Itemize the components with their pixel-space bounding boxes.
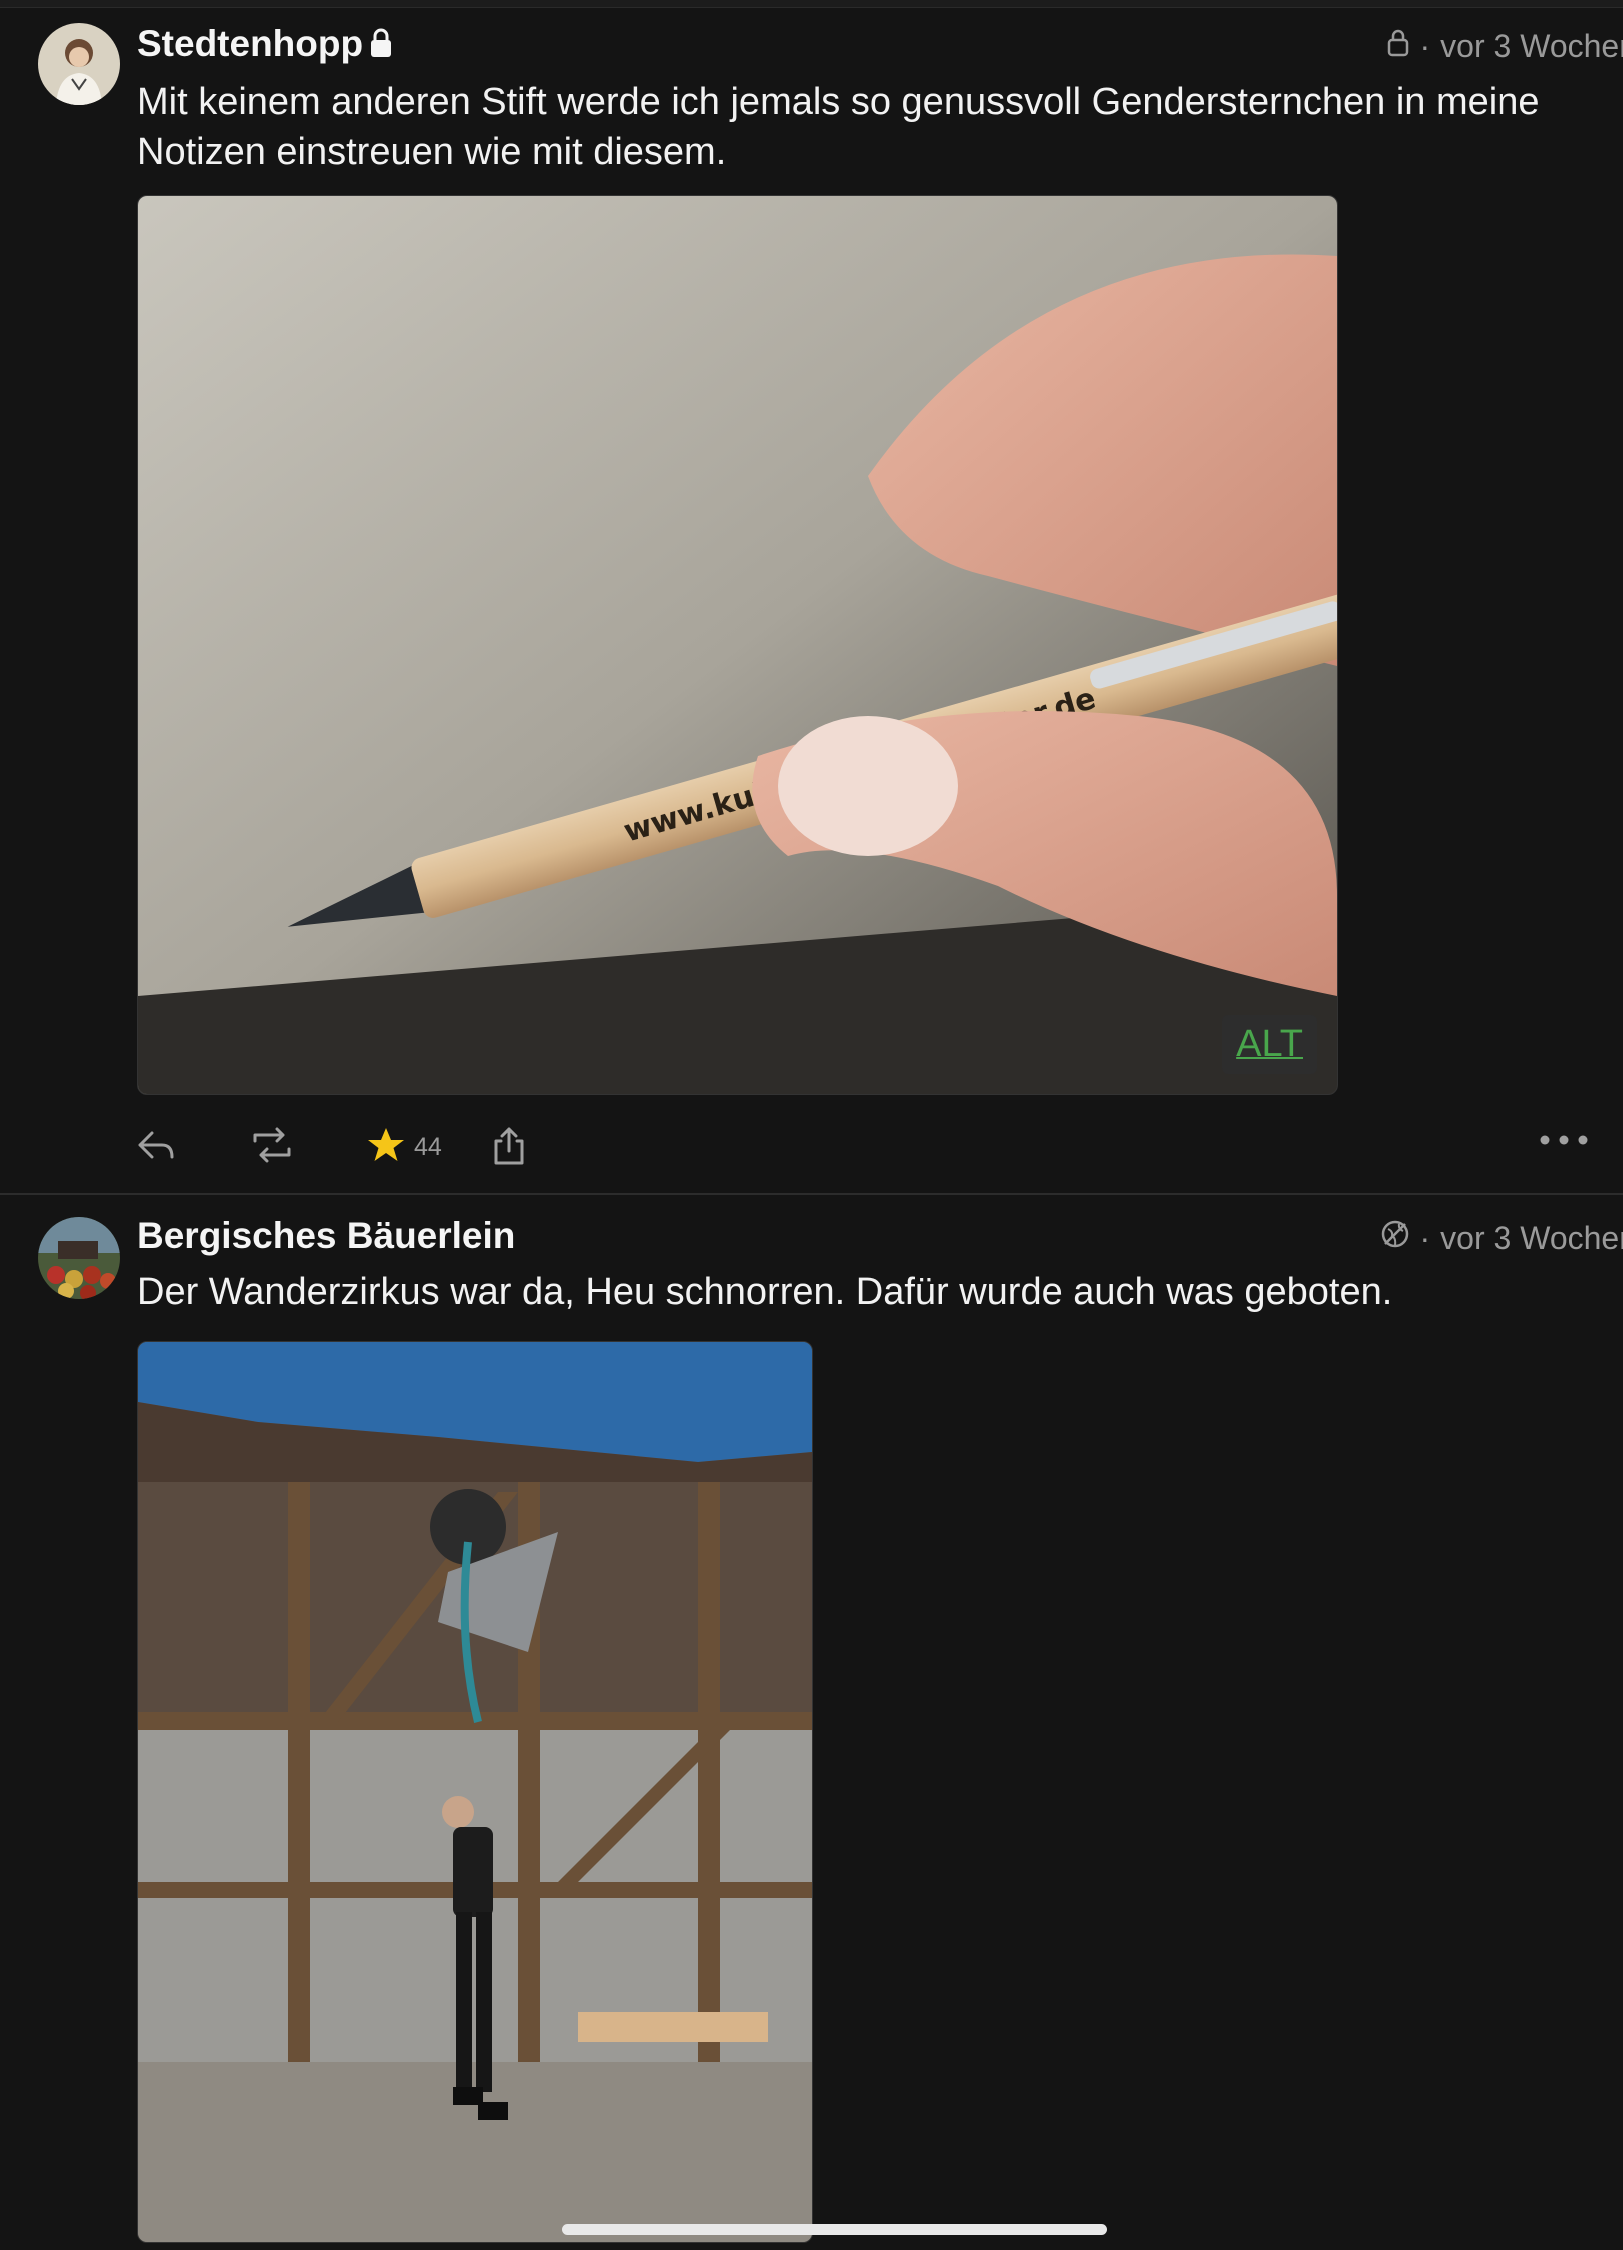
share-icon [491, 1125, 527, 1172]
boost-icon [249, 1125, 295, 1170]
author-name[interactable]: Bergisches Bäuerlein [137, 1215, 515, 1257]
post-actions: 44 [0, 1119, 1623, 1175]
avatar[interactable] [38, 1217, 120, 1299]
post-image[interactable]: www.kulturstaatsminister.de ALT [137, 195, 1338, 1095]
barn-photo [138, 1342, 812, 2242]
share-button[interactable] [491, 1125, 527, 1172]
dot-separator: · [1419, 27, 1431, 64]
post-image[interactable] [137, 1341, 813, 2243]
post-text: Der Wanderzirkus war da, Heu schnorren. … [137, 1271, 1393, 1313]
post-meta: · vor 3 Wochen [1386, 27, 1623, 65]
lock-icon [1386, 27, 1410, 65]
more-icon [1538, 1133, 1590, 1152]
author-name[interactable]: Stedtenhopp [137, 23, 393, 67]
avatar[interactable] [38, 23, 120, 105]
more-button[interactable] [1538, 1133, 1590, 1152]
status-post[interactable]: Bergisches Bäuerlein · vor 3 Wochen Der … [0, 1195, 1623, 2250]
dot-separator: · [1419, 1219, 1431, 1256]
lock-icon [369, 25, 393, 67]
post-meta: · vor 3 Wochen [1380, 1219, 1623, 1257]
post-time[interactable]: vor 3 Wochen [1440, 1220, 1623, 1257]
alt-text-badge[interactable]: ALT [1222, 1015, 1317, 1074]
post-time[interactable]: vor 3 Wochen [1440, 28, 1623, 65]
favourite-button[interactable]: 44 [366, 1125, 442, 1170]
pen-photo: www.kulturstaatsminister.de [138, 196, 1337, 1094]
boost-button[interactable] [249, 1125, 295, 1170]
post-text: Mit keinem anderen Stift werde ich jemal… [137, 81, 1540, 173]
favourite-count: 44 [414, 1133, 442, 1161]
status-post[interactable]: Stedtenhopp · vor 3 Wochen Mit keinem an… [0, 7, 1623, 1195]
star-icon [366, 1125, 406, 1170]
reply-button[interactable] [134, 1125, 178, 1170]
unlisted-globe-icon [1380, 1219, 1410, 1257]
reply-icon [134, 1125, 178, 1170]
home-indicator[interactable] [562, 2224, 1107, 2235]
